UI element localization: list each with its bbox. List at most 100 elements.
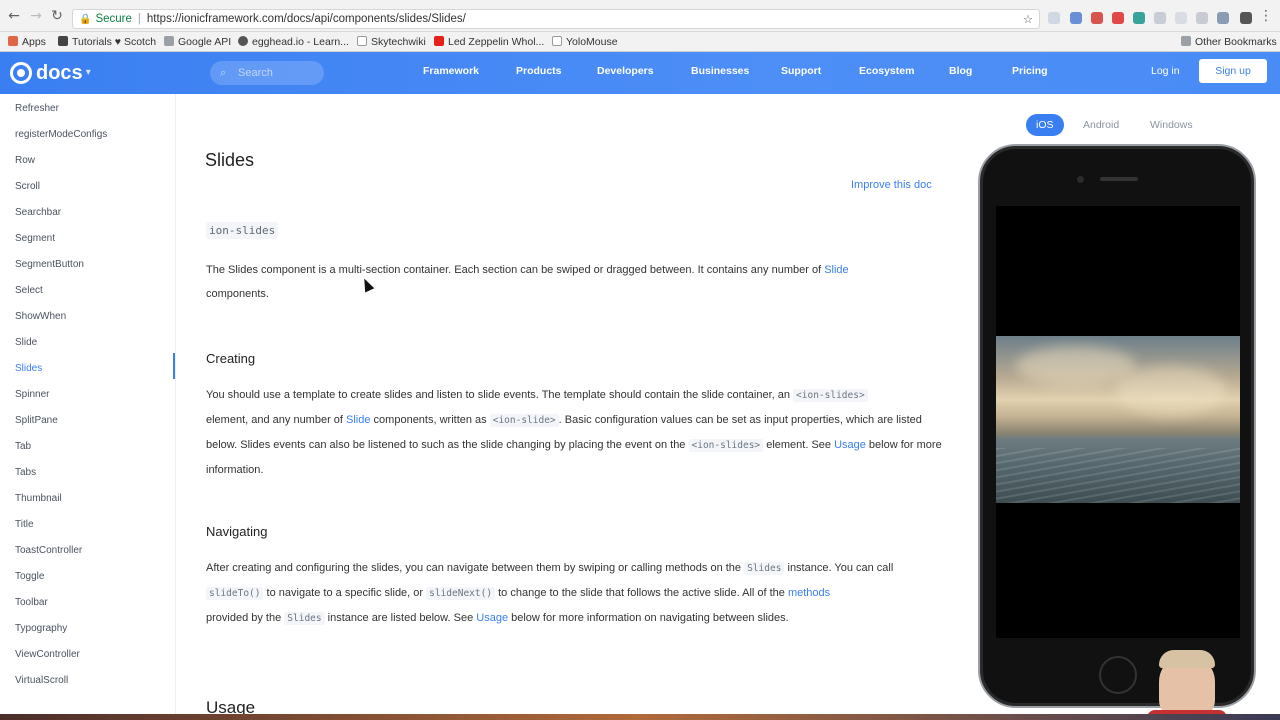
nav-ecosystem[interactable]: Ecosystem <box>859 52 914 94</box>
forward-icon[interactable]: → <box>28 8 44 24</box>
extension-icon[interactable] <box>1091 12 1103 24</box>
slide-link[interactable]: Slide <box>824 264 848 276</box>
back-icon[interactable]: ← <box>6 8 22 24</box>
page-icon <box>552 36 562 46</box>
signup-button[interactable]: Sign up <box>1199 59 1267 83</box>
nav-pricing[interactable]: Pricing <box>1012 52 1048 94</box>
menu-icon[interactable]: ⋮ <box>1258 8 1274 24</box>
tab-android[interactable]: Android <box>1083 114 1119 136</box>
home-button[interactable] <box>1099 656 1137 694</box>
bookmark-egghead[interactable]: egghead.io - Learn... <box>238 35 349 49</box>
url-text: https://ionicframework.com/docs/api/comp… <box>146 13 466 25</box>
sidebar-item-searchbar[interactable]: Searchbar <box>15 206 61 220</box>
sidebar-item-spinner[interactable]: Spinner <box>15 388 49 402</box>
extension-icon[interactable] <box>1070 12 1082 24</box>
bookmark-skytechwiki[interactable]: Skytechwiki <box>357 35 426 49</box>
webcam-overlay <box>1147 650 1227 720</box>
sidebar-item-slides[interactable]: Slides <box>15 362 42 376</box>
nav-framework[interactable]: Framework <box>423 52 479 94</box>
folder-icon <box>164 36 174 46</box>
slide-link[interactable]: Slide <box>346 414 370 426</box>
sidebar-item-splitpane[interactable]: SplitPane <box>15 414 58 428</box>
ocean-waves <box>996 448 1240 503</box>
doc-content: Slides Improve this doc ion-slides The S… <box>176 94 976 714</box>
device-screen[interactable] <box>996 206 1240 638</box>
page-title: Slides <box>205 150 255 170</box>
extension-icon[interactable] <box>1217 12 1229 24</box>
nav-blog[interactable]: Blog <box>949 52 972 94</box>
camera-icon <box>1077 176 1084 183</box>
tab-windows[interactable]: Windows <box>1150 114 1193 136</box>
sidebar-item-tabs[interactable]: Tabs <box>15 466 36 480</box>
extension-icon[interactable] <box>1196 12 1208 24</box>
extension-icon[interactable] <box>1133 12 1145 24</box>
improve-doc-link[interactable]: Improve this doc <box>851 179 932 191</box>
profile-icon[interactable] <box>1240 12 1252 24</box>
cloud <box>1016 346 1136 386</box>
sidebar-item-thumbnail[interactable]: Thumbnail <box>15 492 62 506</box>
sidebar-item-toolbar[interactable]: Toolbar <box>15 596 48 610</box>
usage-heading: Usage <box>206 698 256 714</box>
address-separator: | <box>137 13 141 25</box>
sidebar-item-showwhen[interactable]: ShowWhen <box>15 310 66 324</box>
sidebar-item-slide[interactable]: Slide <box>15 336 37 350</box>
extension-icon[interactable] <box>1175 12 1187 24</box>
extension-icon[interactable] <box>1048 12 1060 24</box>
sidebar-item-row[interactable]: Row <box>15 154 35 168</box>
slide-image[interactable] <box>996 336 1240 503</box>
search-icon: ⌕ <box>220 66 227 79</box>
sidebar-item-select[interactable]: Select <box>15 284 43 298</box>
nav-developers[interactable]: Developers <box>597 52 654 94</box>
sidebar-item-segment[interactable]: Segment <box>15 232 55 246</box>
creating-paragraph: You should use a template to create slid… <box>206 389 942 476</box>
nav-businesses[interactable]: Businesses <box>691 52 749 94</box>
bookmark-yolomouse[interactable]: YoloMouse <box>552 35 618 49</box>
tab-ios[interactable]: iOS <box>1026 114 1064 136</box>
extension-icon[interactable] <box>1154 12 1166 24</box>
extension-icon[interactable] <box>1112 12 1124 24</box>
login-link[interactable]: Log in <box>1151 52 1180 90</box>
page-icon <box>58 36 68 46</box>
cloud <box>1116 366 1226 416</box>
taskbar-strip <box>0 714 1280 720</box>
speaker-icon <box>1100 177 1138 181</box>
navigating-paragraph: After creating and configuring the slide… <box>206 562 894 625</box>
lock-icon: 🔒 <box>79 14 92 25</box>
usage-link[interactable]: Usage <box>834 439 866 451</box>
bookmark-tutorials[interactable]: Tutorials ♥ Scotch <box>58 35 156 49</box>
sidebar-item-typography[interactable]: Typography <box>15 622 67 636</box>
site-header: docs ▾ ⌕ Search Framework Products Devel… <box>0 52 1280 94</box>
sidebar-item-refresher[interactable]: Refresher <box>15 102 59 116</box>
sidebar-item-toggle[interactable]: Toggle <box>15 570 44 584</box>
folder-icon <box>1181 36 1191 46</box>
nav-products[interactable]: Products <box>516 52 562 94</box>
bookmark-star-icon[interactable]: ☆ <box>1023 10 1033 28</box>
sidebar-item-toastcontroller[interactable]: ToastController <box>15 544 82 558</box>
youtube-icon <box>434 36 444 46</box>
sidebar-item-scroll[interactable]: Scroll <box>15 180 40 194</box>
secure-label: Secure <box>95 13 132 25</box>
sidebar: Refresher registerModeConfigs Row Scroll… <box>0 94 176 714</box>
reload-icon[interactable]: ↻ <box>49 8 65 24</box>
bookmark-apps[interactable]: Apps <box>8 35 46 49</box>
usage-link[interactable]: Usage <box>476 612 508 624</box>
address-bar[interactable]: 🔒 Secure | https://ionicframework.com/docs/… <box>72 9 1040 29</box>
methods-link[interactable]: methods <box>788 587 830 599</box>
sidebar-item-tab[interactable]: Tab <box>15 440 31 454</box>
intro-paragraph: The Slides component is a multi-section … <box>206 264 849 300</box>
sidebar-item-segmentbutton[interactable]: SegmentButton <box>15 258 84 272</box>
search-input[interactable]: ⌕ Search <box>210 61 324 85</box>
page-icon <box>357 36 367 46</box>
docs-logo[interactable]: docs ▾ <box>10 60 91 86</box>
bookmark-other[interactable]: Other Bookmarks <box>1181 35 1277 49</box>
bookmark-led-zeppelin[interactable]: Led Zeppelin Whol... <box>434 35 544 49</box>
nav-support[interactable]: Support <box>781 52 821 94</box>
device-preview <box>978 144 1256 708</box>
sidebar-item-viewcontroller[interactable]: ViewController <box>15 648 80 662</box>
bookmark-google-api[interactable]: Google API <box>164 35 231 49</box>
sidebar-item-title[interactable]: Title <box>15 518 34 532</box>
sidebar-item-registermodeconfigs[interactable]: registerModeConfigs <box>15 128 107 142</box>
navigating-heading: Navigating <box>206 524 268 539</box>
sidebar-item-virtualscroll[interactable]: VirtualScroll <box>15 674 68 688</box>
egghead-icon <box>238 36 248 46</box>
